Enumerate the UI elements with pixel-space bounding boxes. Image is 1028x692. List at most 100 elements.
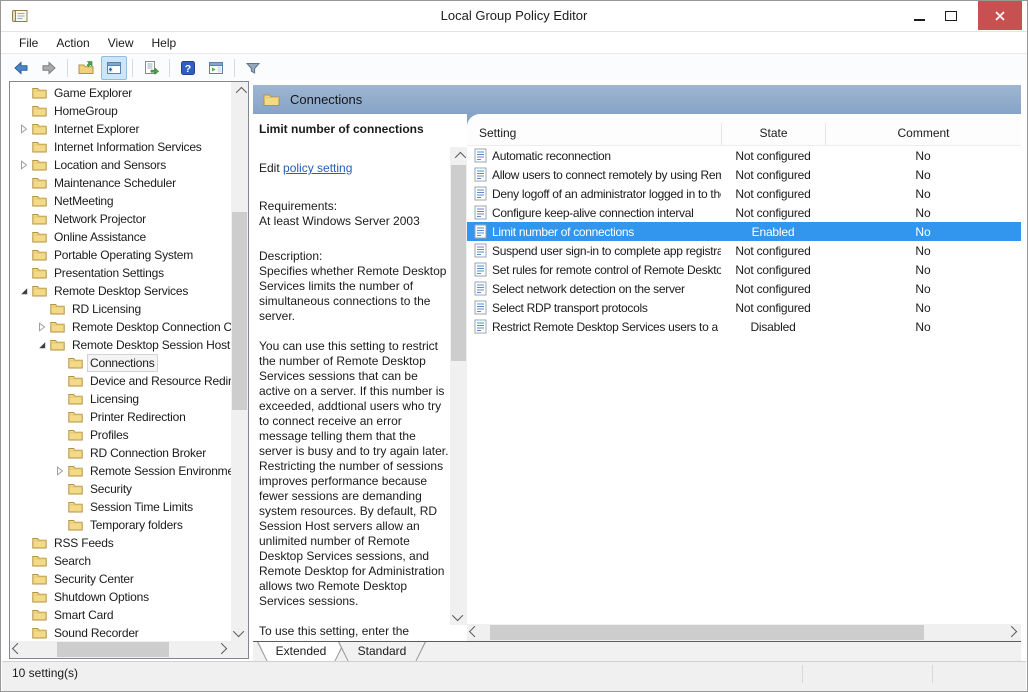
tree-expander[interactable] [52, 466, 68, 476]
tree-item[interactable]: RD Connection Broker [10, 444, 231, 462]
menu-help[interactable]: Help [143, 32, 186, 54]
tree-expander[interactable] [16, 286, 32, 296]
tree-item[interactable]: Licensing [10, 390, 231, 408]
tree-expander[interactable] [52, 484, 68, 494]
settings-row[interactable]: Limit number of connections Enabled No [467, 222, 1021, 241]
scrollbar-track[interactable] [27, 641, 214, 658]
scroll-left-button[interactable] [10, 641, 27, 658]
tree-item[interactable]: Session Time Limits [10, 498, 231, 516]
tree-item[interactable]: Presentation Settings [10, 264, 231, 282]
settings-row[interactable]: Automatic reconnection Not configured No [467, 146, 1021, 165]
filter-button[interactable] [240, 56, 266, 80]
tree-expander[interactable] [34, 340, 50, 350]
export-list-button[interactable] [138, 56, 164, 80]
tree-expander[interactable] [16, 538, 32, 548]
tree-item[interactable]: Internet Information Services [10, 138, 231, 156]
settings-row[interactable]: Restrict Remote Desktop Services users t… [467, 317, 1021, 336]
tree-expander[interactable] [16, 142, 32, 152]
scrollbar-thumb[interactable] [451, 165, 466, 361]
scrollbar-thumb[interactable] [232, 212, 247, 410]
tree-item[interactable]: Connections [10, 354, 231, 372]
scrollbar-thumb[interactable] [490, 625, 924, 640]
tree-item[interactable]: RD Licensing [10, 300, 231, 318]
scrollbar-track[interactable] [450, 147, 467, 625]
tree-expander[interactable] [34, 322, 50, 332]
tree-item[interactable]: Internet Explorer [10, 120, 231, 138]
settings-row[interactable]: Configure keep-alive connection interval… [467, 203, 1021, 222]
tree-item[interactable]: Smart Card [10, 606, 231, 624]
scroll-left-button[interactable] [467, 624, 484, 641]
list-horizontal-scrollbar[interactable] [467, 624, 1021, 641]
menu-action[interactable]: Action [47, 32, 98, 54]
tree-item[interactable]: Remote Desktop Connection C [10, 318, 231, 336]
tree-expander[interactable] [52, 412, 68, 422]
tree-item[interactable]: Remote Desktop Session Host [10, 336, 231, 354]
close-button[interactable] [978, 1, 1022, 30]
tree-expander[interactable] [16, 556, 32, 566]
tree-item[interactable]: Search [10, 552, 231, 570]
tree-item[interactable]: Device and Resource Redire [10, 372, 231, 390]
tree-item[interactable]: Network Projector [10, 210, 231, 228]
column-header-setting[interactable]: Setting [467, 123, 721, 145]
tree-expander[interactable] [16, 196, 32, 206]
tree-expander[interactable] [52, 520, 68, 530]
show-hide-action-pane-button[interactable] [203, 56, 229, 80]
tree-expander[interactable] [16, 232, 32, 242]
settings-row[interactable]: Suspend user sign-in to complete app reg… [467, 241, 1021, 260]
tree-expander[interactable] [52, 430, 68, 440]
tree-item[interactable]: Security Center [10, 570, 231, 588]
forward-button[interactable] [36, 56, 62, 80]
scroll-up-button[interactable] [450, 147, 467, 164]
tab-extended[interactable]: Extended [257, 642, 345, 662]
tree-item[interactable]: Location and Sensors [10, 156, 231, 174]
settings-row[interactable]: Select RDP transport protocols Not confi… [467, 298, 1021, 317]
tree-expander[interactable] [16, 214, 32, 224]
tree-item[interactable]: Remote Session Environme [10, 462, 231, 480]
tree-item[interactable]: NetMeeting [10, 192, 231, 210]
settings-row[interactable]: Deny logoff of an administrator logged i… [467, 184, 1021, 203]
scroll-down-button[interactable] [231, 624, 248, 641]
tree-expander[interactable] [34, 304, 50, 314]
tree-item[interactable]: Sound Recorder [10, 624, 231, 641]
menu-view[interactable]: View [99, 32, 143, 54]
tree-expander[interactable] [52, 448, 68, 458]
tree-expander[interactable] [52, 394, 68, 404]
tree-horizontal-scrollbar[interactable] [10, 641, 231, 658]
show-hide-console-tree-button[interactable] [101, 56, 127, 80]
tree-expander[interactable] [52, 502, 68, 512]
tree-expander[interactable] [16, 124, 32, 134]
tree-expander[interactable] [16, 106, 32, 116]
tree-item[interactable]: Online Assistance [10, 228, 231, 246]
settings-row[interactable]: Set rules for remote control of Remote D… [467, 260, 1021, 279]
settings-row[interactable]: Allow users to connect remotely by using… [467, 165, 1021, 184]
scrollbar-thumb[interactable] [57, 642, 169, 657]
tree-item[interactable]: Printer Redirection [10, 408, 231, 426]
tree-expander[interactable] [52, 376, 68, 386]
policy-setting-link[interactable]: policy setting [283, 161, 352, 175]
scroll-up-button[interactable] [231, 82, 248, 99]
tree-expander[interactable] [52, 358, 68, 368]
column-header-state[interactable]: State [721, 123, 825, 145]
up-one-level-button[interactable] [73, 56, 99, 80]
tree-expander[interactable] [16, 268, 32, 278]
info-scrollbar[interactable] [450, 114, 467, 641]
tree-expander[interactable] [16, 574, 32, 584]
tree-item[interactable]: HomeGroup [10, 102, 231, 120]
tree-item[interactable]: RSS Feeds [10, 534, 231, 552]
tree-item[interactable]: Profiles [10, 426, 231, 444]
maximize-button[interactable] [936, 1, 966, 30]
back-button[interactable] [8, 56, 34, 80]
tree-expander[interactable] [16, 250, 32, 260]
tree-expander[interactable] [16, 628, 32, 638]
tree-expander[interactable] [16, 88, 32, 98]
tree-item[interactable]: Maintenance Scheduler [10, 174, 231, 192]
tree-vertical-scrollbar[interactable] [231, 82, 248, 641]
tree-item[interactable]: Shutdown Options [10, 588, 231, 606]
tree-item[interactable]: Remote Desktop Services [10, 282, 231, 300]
tree-item[interactable]: Game Explorer [10, 84, 231, 102]
minimize-button[interactable] [904, 1, 934, 30]
tree-expander[interactable] [16, 592, 32, 602]
settings-row[interactable]: Select network detection on the server N… [467, 279, 1021, 298]
tree-item[interactable]: Temporary folders [10, 516, 231, 534]
tree-expander[interactable] [16, 178, 32, 188]
